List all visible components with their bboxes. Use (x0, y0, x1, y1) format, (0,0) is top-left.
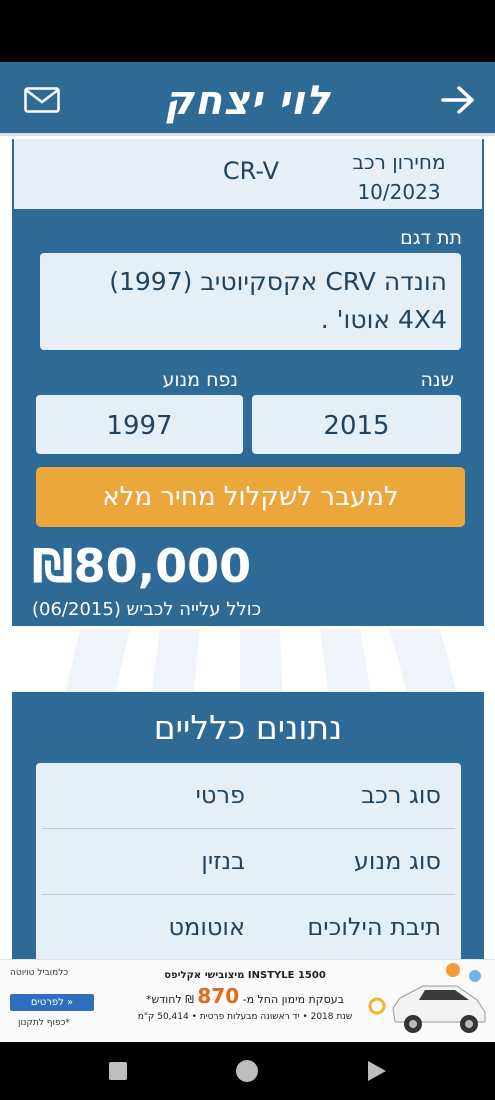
row-value: בנזין (201, 847, 245, 875)
android-nav-bar (0, 1042, 495, 1100)
ad-headline: מיצובישי אקליפס INSTYLE 1500 (164, 970, 326, 981)
ad-brand-logos: כלמוביל טויוטה (10, 968, 69, 978)
row-value: אוטומט (168, 913, 245, 941)
price-value: ₪80,000 (32, 539, 252, 593)
model-name: CR-V (222, 157, 280, 185)
table-row: סוג מנוע בנזין (42, 829, 455, 895)
price-note: כולל עלייה לכביש (06/2015) (32, 599, 262, 620)
table-row: תיבת הילוכים אוטומט (42, 895, 455, 959)
submodel-label: תת דגם (400, 227, 462, 249)
card-header: מחירון רכב 10/2023 CR-V (12, 139, 484, 209)
ad-offer-prefix: בעסקת מימון החל מ- (242, 993, 344, 1006)
car-image (368, 963, 486, 1033)
pricelist-date: 10/2023 (357, 180, 441, 204)
full-price-calc-button[interactable]: למעבר לשקלול מחיר מלא (36, 467, 465, 527)
row-value: פרטי (195, 781, 245, 809)
engine-field[interactable]: 1997 (36, 395, 243, 454)
back-icon[interactable] (368, 1061, 386, 1081)
row-key: סוג רכב (361, 781, 441, 809)
year-label: שנה (420, 369, 454, 391)
ad-offer-suffix: ₪ לחודש* (146, 993, 194, 1006)
table-row: סוג רכב פרטי (42, 763, 455, 829)
general-info-title: נתונים כלליים (153, 708, 343, 747)
ad-offer: בעסקת מימון החל מ- 870 ₪ לחודש* (125, 984, 365, 1008)
recents-icon[interactable] (109, 1062, 127, 1080)
ad-footnote: *כפוף לתקנון (18, 1018, 70, 1028)
year-field[interactable]: 2015 (252, 395, 461, 454)
row-key: תיבת הילוכים (307, 913, 441, 941)
row-key: סוג מנוע (353, 847, 441, 875)
home-icon[interactable] (236, 1060, 258, 1082)
pricelist-info: מחירון רכב 10/2023 (334, 147, 464, 207)
general-info-table: סוג רכב פרטי סוג מנוע בנזין תיבת הילוכים… (36, 763, 461, 959)
app-header: לוי יצחק (0, 62, 495, 136)
pricelist-label: מחירון רכב (352, 150, 446, 174)
car-price-card: מחירון רכב 10/2023 CR-V תת דגם הונדה CRV… (12, 139, 484, 626)
status-bar (0, 0, 495, 62)
arrow-right-icon[interactable] (440, 84, 476, 116)
main-content[interactable]: מחירון רכב 10/2023 CR-V תת דגם הונדה CRV… (0, 139, 495, 959)
app-logo-title: לוי יצחק (164, 78, 331, 124)
ad-offer-amount: 870 (197, 984, 240, 1008)
engine-label: נפח מנוע (162, 369, 238, 391)
submodel-field[interactable]: הונדה CRV אקסקיוטיב (1997) 4X4 אוטו' . (40, 253, 461, 350)
ad-banner[interactable]: כלמוביל טויוטה לפרטים » *כפוף לתקנון מיצ… (0, 959, 495, 1041)
ad-details: שנת 2018 • יד ראשונה מבעלות פרטית • 50,4… (137, 1012, 353, 1022)
general-info-card: נתונים כלליים סוג רכב פרטי סוג מנוע בנזי… (12, 692, 484, 959)
ad-details-button[interactable]: לפרטים » (10, 994, 94, 1011)
